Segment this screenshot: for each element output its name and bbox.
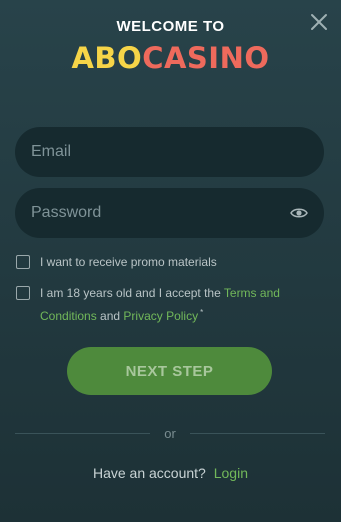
show-password-toggle[interactable]	[290, 206, 308, 220]
privacy-link[interactable]: Privacy Policy	[123, 309, 198, 323]
or-divider: or	[15, 424, 325, 442]
promo-consent-row: I want to receive promo materials	[16, 252, 321, 272]
or-text: or	[164, 425, 176, 441]
login-prompt: Have an account? Login	[0, 465, 341, 481]
have-account-text: Have an account?	[92, 465, 206, 481]
welcome-title: WELCOME TO	[116, 18, 225, 35]
email-field[interactable]	[31, 143, 308, 161]
divider-line-right	[189, 432, 325, 434]
email-field-wrapper	[15, 127, 324, 177]
divider-line-left	[15, 432, 151, 434]
promo-checkbox[interactable]	[16, 255, 30, 269]
next-step-button[interactable]: NEXT STEP	[67, 347, 272, 395]
password-field[interactable]	[31, 204, 290, 222]
login-link[interactable]: Login	[214, 465, 248, 481]
promo-label: I want to receive promo materials	[40, 255, 217, 269]
terms-consent-row: I am 18 years old and I accept the Terms…	[16, 283, 321, 326]
eye-icon	[290, 208, 308, 218]
signup-modal: WELCOME TO ABOCASINO I want to receive p…	[0, 0, 341, 522]
logo-part-casino: CASINO	[142, 41, 270, 75]
and-text: and	[96, 309, 124, 323]
required-mark: *	[200, 308, 204, 317]
logo: ABOCASINO	[0, 40, 341, 76]
terms-prefix: I am 18 years old and I accept the	[40, 286, 224, 300]
terms-checkbox[interactable]	[16, 286, 30, 300]
logo-part-abo: ABO	[71, 41, 143, 75]
password-field-wrapper	[15, 188, 324, 238]
terms-label: I am 18 years old and I accept the Terms…	[40, 283, 321, 326]
